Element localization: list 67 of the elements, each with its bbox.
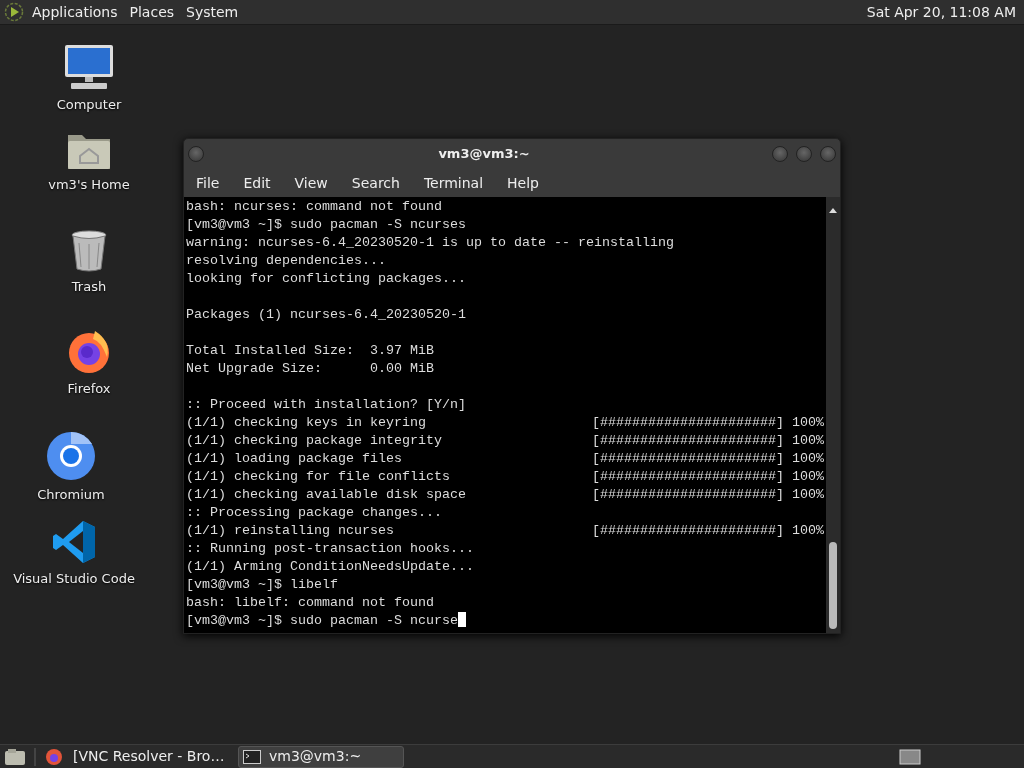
percent-text: 100% (792, 432, 824, 450)
progress-bar-text: [######################] (592, 432, 784, 450)
window-title: vm3@vm3:~ (437, 145, 531, 164)
terminal-line: :: Proceed with installation? [Y/n] (186, 396, 466, 414)
percent-text: 100% (792, 522, 824, 540)
window-menu-button[interactable] (188, 146, 204, 162)
scrollbar-thumb[interactable] (829, 542, 837, 629)
terminal-line: resolving dependencies... (186, 252, 386, 270)
terminal-line: [vm3@vm3 ~]$ sudo pacman -S ncurse (186, 612, 458, 630)
terminal-line: bash: libelf: command not found (186, 594, 434, 612)
icon-label[interactable]: Visual Studio Code (13, 569, 135, 589)
minimize-button[interactable] (772, 146, 788, 162)
trash-icon[interactable] (69, 229, 109, 273)
taskbar-button[interactable]: [VNC Resolver - Bro… (68, 745, 234, 768)
menu-logo-icon[interactable] (4, 2, 24, 22)
terminal-line: (1/1) checking for file conflicts (186, 468, 451, 486)
panel-menu[interactable]: Places (129, 1, 175, 23)
terminal-line: [vm3@vm3 ~]$ libelf (186, 576, 338, 594)
panel-menu[interactable]: System (186, 1, 239, 23)
close-button[interactable] (820, 146, 836, 162)
browser-icon[interactable] (44, 746, 64, 767)
terminal-line: looking for conflicting packages... (186, 270, 466, 288)
terminal-line: [vm3@vm3 ~]$ sudo pacman -S ncurses (186, 216, 466, 234)
progress-bar-text: [######################] (592, 414, 784, 432)
terminal-line: (1/1) checking package integrity (186, 432, 443, 450)
percent-text: 100% (792, 468, 824, 486)
percent-text: 100% (792, 414, 824, 432)
show-desktop-icon[interactable] (4, 747, 26, 766)
percent-text: 100% (792, 486, 824, 504)
chromium-icon[interactable] (46, 431, 96, 481)
terminal-line: (1/1) reinstalling ncurses (186, 522, 395, 540)
terminal-line: (1/1) loading package files (186, 450, 403, 468)
progress-bar-text: [######################] (592, 486, 784, 504)
menu-item[interactable]: File (192, 172, 224, 194)
percent-text: 100% (792, 450, 824, 468)
terminal-line: :: Running post-transaction hooks... (186, 540, 474, 558)
progress-bar-text: [######################] (592, 522, 784, 540)
taskbar-button[interactable]: vm3@vm3:~ (238, 745, 404, 768)
clock: Sat Apr 20, 11:08 AM (866, 2, 1016, 22)
maximize-button[interactable] (796, 146, 812, 162)
scrollbar[interactable] (826, 197, 840, 633)
terminal-line: (1/1) Arming ConditionNeedsUpdate... (186, 558, 474, 576)
terminal-line: Net Upgrade Size: 0.00 MiB (186, 360, 434, 378)
menu-item[interactable]: Terminal (419, 172, 488, 194)
terminal-line: :: Processing package changes... (186, 504, 442, 522)
menu-item[interactable]: Search (347, 172, 404, 194)
menu-item[interactable]: Help (503, 172, 543, 194)
terminal-line: Packages (1) ncurses-6.4_20230520-1 (186, 306, 466, 324)
icon-label[interactable]: Chromium (37, 485, 105, 505)
terminal-line: (1/1) checking keys in keyring (186, 414, 427, 432)
panel-menu[interactable]: Applications (32, 1, 118, 23)
progress-bar-text: [######################] (592, 450, 784, 468)
workspace-switcher-icon[interactable] (899, 748, 921, 765)
terminal-line: (1/1) checking available disk space (186, 486, 467, 504)
icon-label[interactable]: Firefox (67, 379, 111, 399)
icon-label[interactable]: vm3's Home (48, 175, 130, 195)
computer-icon[interactable] (63, 43, 115, 91)
terminal-line: Total Installed Size: 3.97 MiB (186, 342, 434, 360)
icon-label[interactable]: Computer (56, 95, 122, 115)
code-editor-icon[interactable] (51, 519, 97, 565)
terminal-line: warning: ncurses-6.4_20230520-1 is up to date -- reinstalling (186, 234, 674, 252)
terminal-icon (243, 749, 261, 764)
terminal-line: bash: ncurses: command not found (186, 198, 442, 216)
progress-bar-text: [######################] (592, 468, 784, 486)
icon-label[interactable]: Trash (71, 277, 107, 297)
menu-item[interactable]: Edit (239, 172, 275, 194)
menu-item[interactable]: View (290, 172, 332, 194)
